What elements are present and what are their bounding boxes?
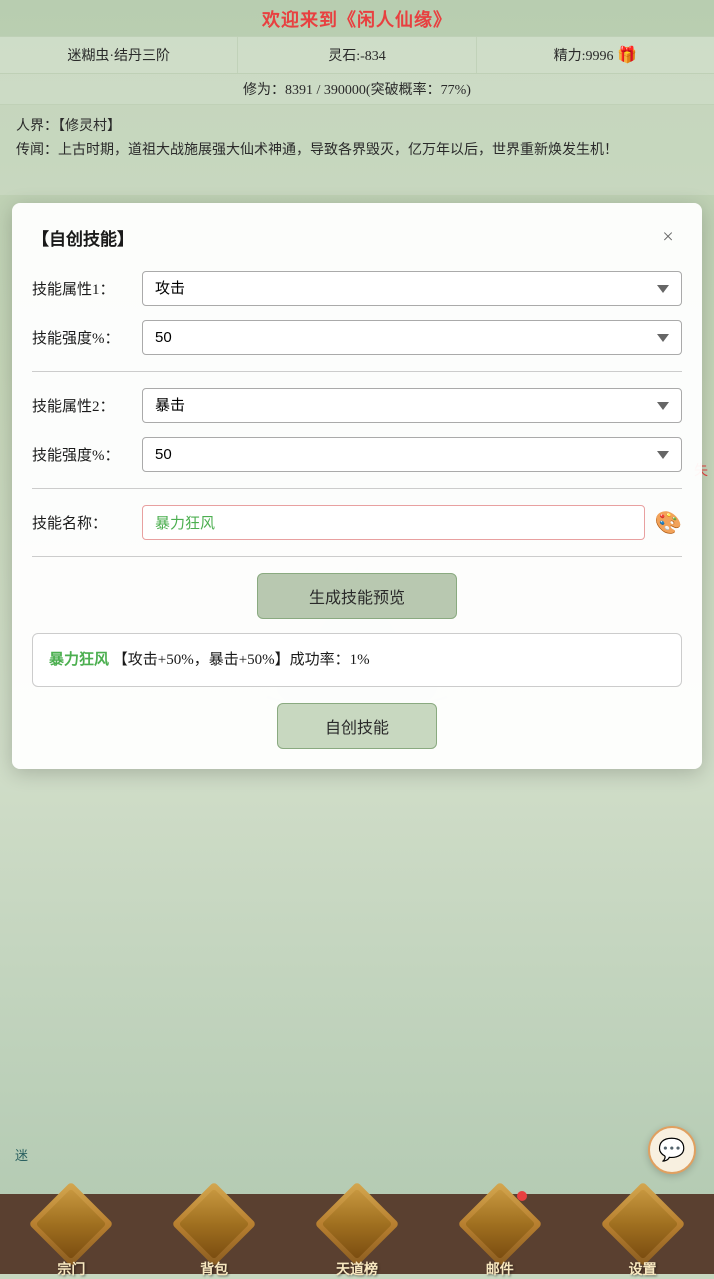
- skill-strength2-row: 技能强度%： 10 20 30 40 50 60 70 80 90 100: [32, 437, 682, 472]
- skill-name-row: 技能名称： 🎨: [32, 505, 682, 540]
- nav-diamond-ranking: [322, 1189, 392, 1259]
- nav-item-ranking[interactable]: 天道榜: [322, 1189, 392, 1279]
- skill-attr1-row: 技能属性1： 攻击 防御 速度 暴击 治疗: [32, 271, 682, 306]
- skill-attr2-row: 技能属性2： 暴击 攻击 防御 速度 治疗: [32, 388, 682, 423]
- nav-item-mail[interactable]: 邮件: [465, 1189, 535, 1279]
- skill-attr1-label: 技能属性1：: [32, 278, 142, 299]
- character-status: 迷糊虫·结丹三阶: [0, 37, 238, 73]
- status-bar: 迷糊虫·结丹三阶 灵石:-834 精力:9996 🎁: [0, 36, 714, 74]
- skill-strength1-select[interactable]: 10 20 30 40 50 60 70 80 90 100: [142, 320, 682, 355]
- world-description: 人界：【修灵村】 传闻：上古时期，道祖大战施展强大仙术神通，导致各界毁灭，亿万年…: [0, 105, 714, 195]
- bottom-side-text: 迷: [15, 1145, 28, 1164]
- skill-preview-box: 暴力狂风 【攻击+50%，暴击+50%】成功率：1%: [32, 633, 682, 687]
- cultivation-bar: 修为：8391 / 390000(突破概率：77%): [0, 74, 714, 105]
- generate-preview-button[interactable]: 生成技能预览: [257, 573, 457, 619]
- skill-strength1-row: 技能强度%： 10 20 30 40 50 60 70 80 90 100: [32, 320, 682, 355]
- skill-name-label: 技能名称：: [32, 512, 142, 533]
- skill-attr1-select[interactable]: 攻击 防御 速度 暴击 治疗: [142, 271, 682, 306]
- preview-skill-name: 暴力狂风: [49, 652, 109, 668]
- nav-label-bag: 背包: [200, 1259, 228, 1279]
- story-text: 传闻：上古时期，道祖大战施展强大仙术神通，导致各界毁灭，亿万年以后，世界重新焕发…: [16, 139, 698, 163]
- skill-strength2-label: 技能强度%：: [32, 444, 142, 465]
- spirit-stone-status: 灵石:-834: [238, 37, 476, 73]
- nav-diamond-settings: [608, 1189, 678, 1259]
- modal-title: 【自创技能】: [32, 225, 134, 250]
- divider-1: [32, 371, 682, 372]
- modal-close-button[interactable]: ×: [654, 223, 682, 251]
- divider-3: [32, 556, 682, 557]
- skill-strength2-select[interactable]: 10 20 30 40 50 60 70 80 90 100: [142, 437, 682, 472]
- nav-diamond-sect: [36, 1189, 106, 1259]
- palette-icon[interactable]: 🎨: [655, 510, 682, 536]
- create-skill-button[interactable]: 自创技能: [277, 703, 437, 749]
- game-title: 欢迎来到《闲人仙缘》: [262, 10, 452, 30]
- nav-label-mail: 邮件: [486, 1259, 514, 1279]
- skill-strength1-label: 技能强度%：: [32, 327, 142, 348]
- skill-name-input[interactable]: [142, 505, 645, 540]
- nav-label-settings: 设置: [629, 1259, 657, 1279]
- nav-label-sect: 宗门: [57, 1259, 85, 1279]
- divider-2: [32, 488, 682, 489]
- skill-creation-modal: 【自创技能】 × 技能属性1： 攻击 防御 速度 暴击 治疗 技能强度%： 10…: [12, 203, 702, 769]
- title-bar: 欢迎来到《闲人仙缘》: [0, 0, 714, 36]
- nav-item-settings[interactable]: 设置: [608, 1189, 678, 1279]
- chat-bubble-button[interactable]: 💬: [648, 1126, 696, 1174]
- skill-attr2-select[interactable]: 暴击 攻击 防御 速度 治疗: [142, 388, 682, 423]
- nav-label-ranking: 天道榜: [336, 1259, 378, 1279]
- modal-header: 【自创技能】 ×: [32, 223, 682, 251]
- nav-item-sect[interactable]: 宗门: [36, 1189, 106, 1279]
- stamina-status: 精力:9996 🎁: [477, 37, 714, 73]
- bottom-navigation: 宗门 背包 天道榜 邮件 设置: [0, 1194, 714, 1274]
- mail-notification-dot: [517, 1191, 527, 1201]
- preview-detail: 【攻击+50%，暴击+50%】成功率：1%: [113, 652, 370, 668]
- nav-item-bag[interactable]: 背包: [179, 1189, 249, 1279]
- location-text: 人界：【修灵村】: [16, 115, 698, 139]
- gift-icon[interactable]: 🎁: [617, 47, 637, 64]
- skill-attr2-label: 技能属性2：: [32, 395, 142, 416]
- nav-diamond-bag: [179, 1189, 249, 1259]
- chat-icon: 💬: [658, 1137, 685, 1163]
